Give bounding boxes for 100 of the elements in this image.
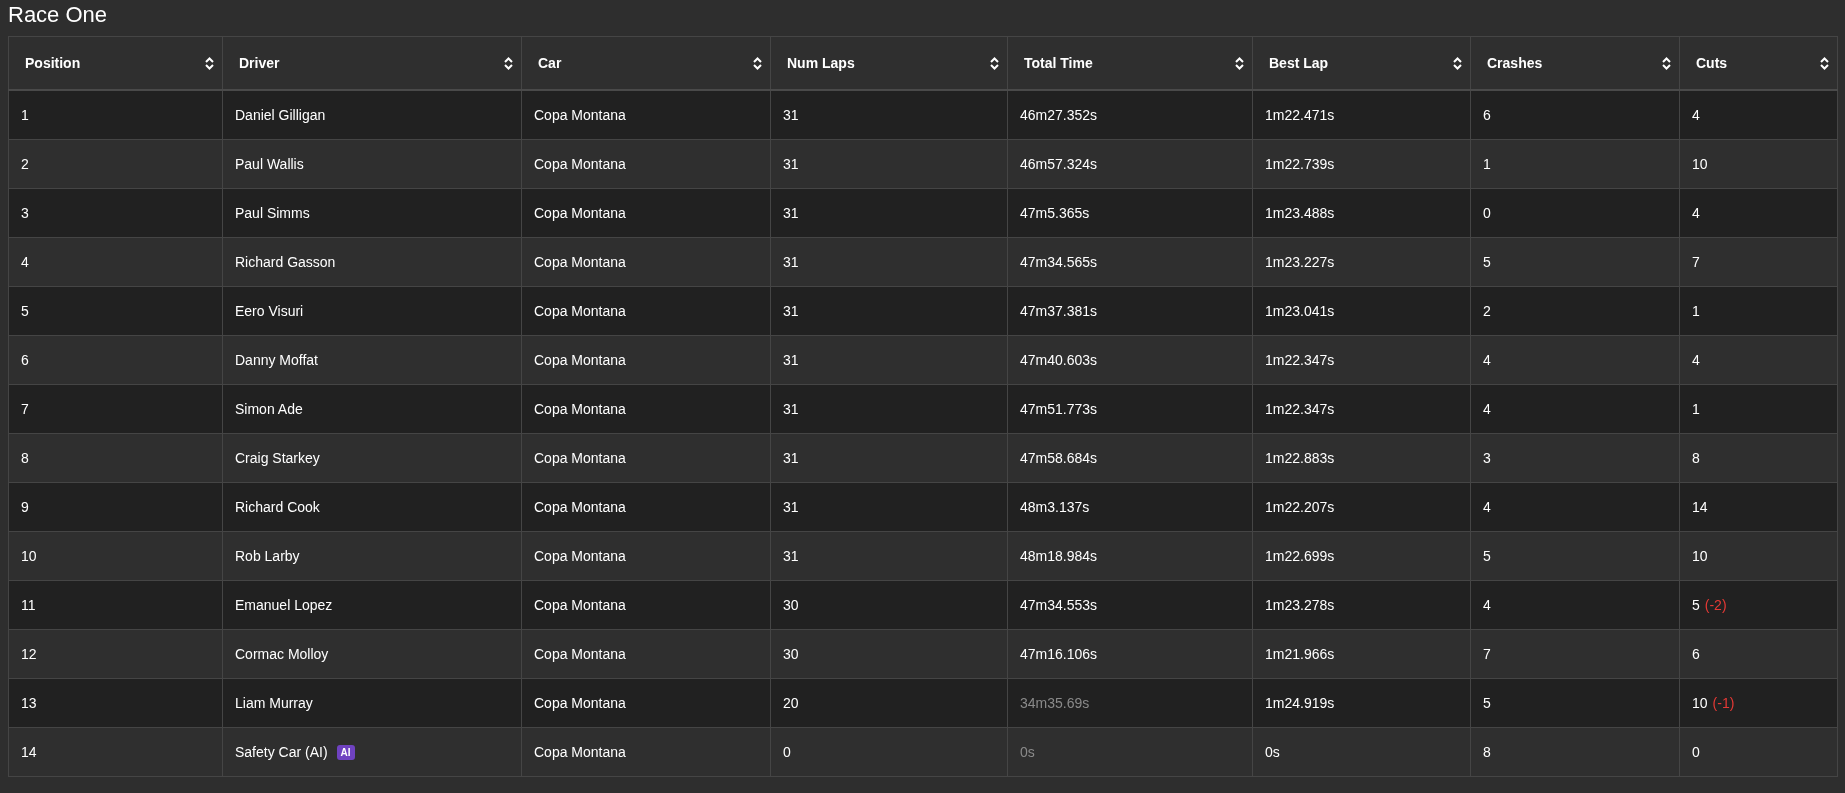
sort-icon (1453, 56, 1462, 70)
sort-icon (1235, 56, 1244, 70)
table-cell: 47m34.565s (1007, 237, 1253, 287)
table-cell: 6 (1470, 90, 1680, 140)
table-cell: 31 (770, 139, 1008, 189)
sort-icon (205, 56, 214, 70)
table-cell: 14 (8, 727, 223, 777)
table-cell: 31 (770, 188, 1008, 238)
sort-icon (1820, 56, 1829, 70)
table-cell: Copa Montana (521, 139, 771, 189)
table-cell: 4 (8, 237, 223, 287)
table-cell: 31 (770, 433, 1008, 483)
table-cell: 31 (770, 384, 1008, 434)
table-cell: 47m16.106s (1007, 629, 1253, 679)
table-cell: Copa Montana (521, 580, 771, 630)
sort-icon (1662, 56, 1671, 70)
table-cell: 31 (770, 286, 1008, 336)
column-header[interactable]: Driver (222, 36, 522, 90)
cuts-count: 10 (1692, 548, 1708, 564)
driver-name: Daniel Gilligan (235, 107, 326, 123)
table-cell: 1m22.739s (1252, 139, 1471, 189)
table-cell: 9 (8, 482, 223, 532)
table-cell: Copa Montana (521, 286, 771, 336)
table-cell: 46m57.324s (1007, 139, 1253, 189)
driver-name: Eero Visuri (235, 303, 304, 319)
table-cell: 4 (1470, 384, 1680, 434)
table-cell: Copa Montana (521, 482, 771, 532)
table-cell: 1m23.041s (1252, 286, 1471, 336)
driver-name: Rob Larby (235, 548, 300, 564)
table-cell: 47m58.684s (1007, 433, 1253, 483)
table-cell: 8 (8, 433, 223, 483)
table-cell: 1m22.207s (1252, 482, 1471, 532)
table-cell: 31 (770, 482, 1008, 532)
column-header[interactable]: Total Time (1007, 36, 1253, 90)
table-cell: 1m22.699s (1252, 531, 1471, 581)
table-cell: 6 (8, 335, 223, 385)
table-cell: 34m35.69s (1007, 678, 1253, 728)
table-cell: Copa Montana (521, 433, 771, 483)
table-cell: 3 (1470, 433, 1680, 483)
ai-badge: AI (336, 744, 355, 760)
table-cell: 0 (1470, 188, 1680, 238)
cuts-count: 10 (1692, 695, 1708, 711)
cuts-count: 5 (1692, 597, 1700, 613)
cuts-count: 1 (1692, 303, 1700, 319)
column-header[interactable]: Cuts (1679, 36, 1838, 90)
table-cell: 2 (8, 139, 223, 189)
table-cell: 1m21.966s (1252, 629, 1471, 679)
table-cell: 1m23.227s (1252, 237, 1471, 287)
table-cell: 0s (1252, 727, 1471, 777)
table-cell: 1m22.471s (1252, 90, 1471, 140)
table-cell: 47m37.381s (1007, 286, 1253, 336)
table-cell: 11 (8, 580, 223, 630)
cuts-count: 4 (1692, 205, 1700, 221)
column-header[interactable]: Best Lap (1252, 36, 1471, 90)
cuts-count: 8 (1692, 450, 1700, 466)
table-cell: 1m22.883s (1252, 433, 1471, 483)
table-cell: Copa Montana (521, 335, 771, 385)
table-cell: 4 (1470, 335, 1680, 385)
table-cell: 5 (1470, 678, 1680, 728)
table-cell: Copa Montana (521, 188, 771, 238)
table-cell: 1m22.347s (1252, 384, 1471, 434)
table-cell: 3 (8, 188, 223, 238)
driver-name: Danny Moffat (235, 352, 318, 368)
table-cell: 4 (1470, 580, 1680, 630)
table-cell: 13 (8, 678, 223, 728)
table-cell: 48m18.984s (1007, 531, 1253, 581)
driver-name: Emanuel Lopez (235, 597, 333, 613)
table-cell: Copa Montana (521, 531, 771, 581)
driver-name: Simon Ade (235, 401, 303, 417)
driver-name: Richard Cook (235, 499, 320, 515)
table-cell: 8 (1470, 727, 1680, 777)
table-cell: Copa Montana (521, 629, 771, 679)
table-cell: 31 (770, 531, 1008, 581)
table-cell: 46m27.352s (1007, 90, 1253, 140)
column-header[interactable]: Position (8, 36, 223, 90)
table-cell: 20 (770, 678, 1008, 728)
table-cell: 31 (770, 90, 1008, 140)
cuts-penalty: (-2) (1704, 597, 1727, 613)
table-cell: 47m40.603s (1007, 335, 1253, 385)
table-cell: Copa Montana (521, 90, 771, 140)
table-cell: 5 (1470, 237, 1680, 287)
column-header[interactable]: Car (521, 36, 771, 90)
table-cell: 10 (8, 531, 223, 581)
driver-name: Paul Wallis (235, 156, 304, 172)
table-cell: Copa Montana (521, 384, 771, 434)
table-cell: 0s (1007, 727, 1253, 777)
table-cell: 1 (1470, 139, 1680, 189)
cuts-count: 6 (1692, 646, 1700, 662)
cuts-count: 10 (1692, 156, 1708, 172)
sort-icon (990, 56, 999, 70)
column-header[interactable]: Crashes (1470, 36, 1680, 90)
page-title: Race One (8, 1, 109, 29)
table-cell: 7 (8, 384, 223, 434)
table-cell: Copa Montana (521, 727, 771, 777)
table-cell: 1m24.919s (1252, 678, 1471, 728)
cuts-count: 4 (1692, 107, 1700, 123)
column-header[interactable]: Num Laps (770, 36, 1008, 90)
cuts-penalty: (-1) (1712, 695, 1735, 711)
table-cell: 31 (770, 335, 1008, 385)
driver-name: Craig Starkey (235, 450, 320, 466)
